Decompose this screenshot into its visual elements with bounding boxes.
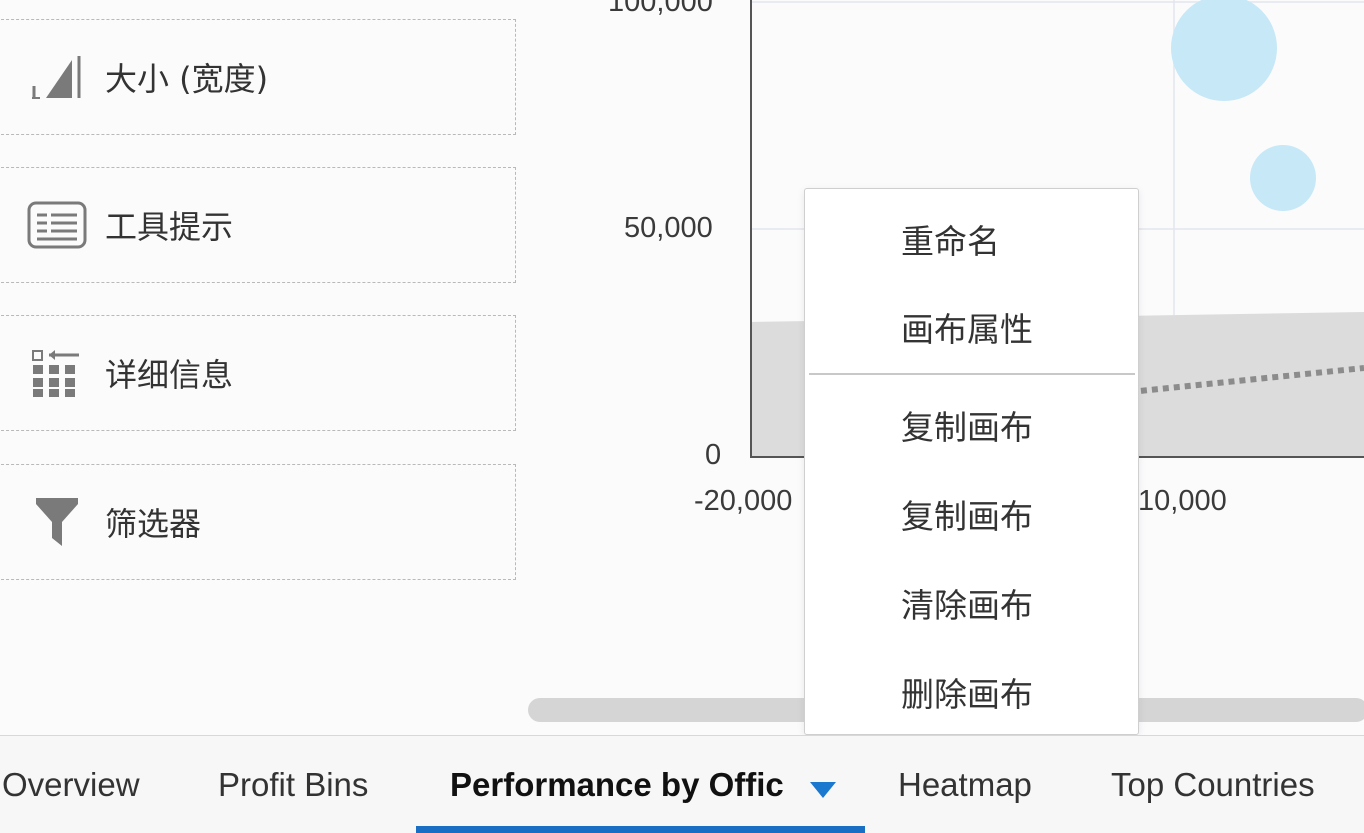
tab-performance-by-office[interactable]: Performance by Offic — [450, 766, 802, 804]
y-tick-label: 100,000 — [608, 0, 713, 18]
menu-separator — [809, 373, 1135, 375]
tooltip-icon — [27, 197, 87, 253]
tooltip-label: 工具提示 — [105, 208, 234, 246]
tab-overview[interactable]: Overview — [2, 766, 140, 804]
canvas-tab-bar: Overview Profit Bins Performance by Offi… — [0, 735, 1364, 833]
tab-menu-caret-icon[interactable] — [810, 782, 836, 798]
data-bubble — [1250, 145, 1316, 211]
x-tick-label: -20,000 — [694, 485, 793, 517]
filter-dropzone[interactable]: 筛选器 — [0, 464, 516, 580]
menu-item-delete-canvas[interactable]: 删除画布 — [901, 668, 1033, 716]
menu-item-clear-canvas[interactable]: 清除画布 — [901, 579, 1033, 627]
tab-top-countries[interactable]: Top Countries — [1111, 766, 1315, 804]
detail-dropzone[interactable]: 详细信息 — [0, 315, 516, 431]
size-width-label: 大小 (宽度) — [105, 60, 269, 98]
menu-item-copy-canvas[interactable]: 复制画布 — [901, 490, 1033, 538]
filter-label: 筛选器 — [105, 505, 202, 543]
x-tick-label: 10,000 — [1138, 485, 1227, 517]
detail-label: 详细信息 — [105, 356, 234, 394]
menu-item-duplicate-canvas[interactable]: 复制画布 — [901, 401, 1033, 449]
tooltip-dropzone[interactable]: 工具提示 — [0, 167, 516, 283]
menu-item-rename[interactable]: 重命名 — [901, 215, 1000, 263]
tab-profit-bins[interactable]: Profit Bins — [218, 766, 368, 804]
tab-heatmap[interactable]: Heatmap — [898, 766, 1032, 804]
canvas-context-menu: 重命名 画布属性 复制画布 复制画布 清除画布 删除画布 — [804, 188, 1139, 735]
menu-item-canvas-properties[interactable]: 画布属性 — [901, 303, 1033, 351]
detail-grid-icon — [27, 345, 87, 401]
y-tick-label: 50,000 — [624, 212, 713, 244]
data-bubble — [1171, 0, 1277, 101]
filter-icon — [27, 494, 87, 550]
size-width-dropzone[interactable]: 大小 (宽度) — [0, 19, 516, 135]
y-tick-label: 0 — [705, 439, 722, 471]
size-width-icon — [27, 49, 87, 105]
